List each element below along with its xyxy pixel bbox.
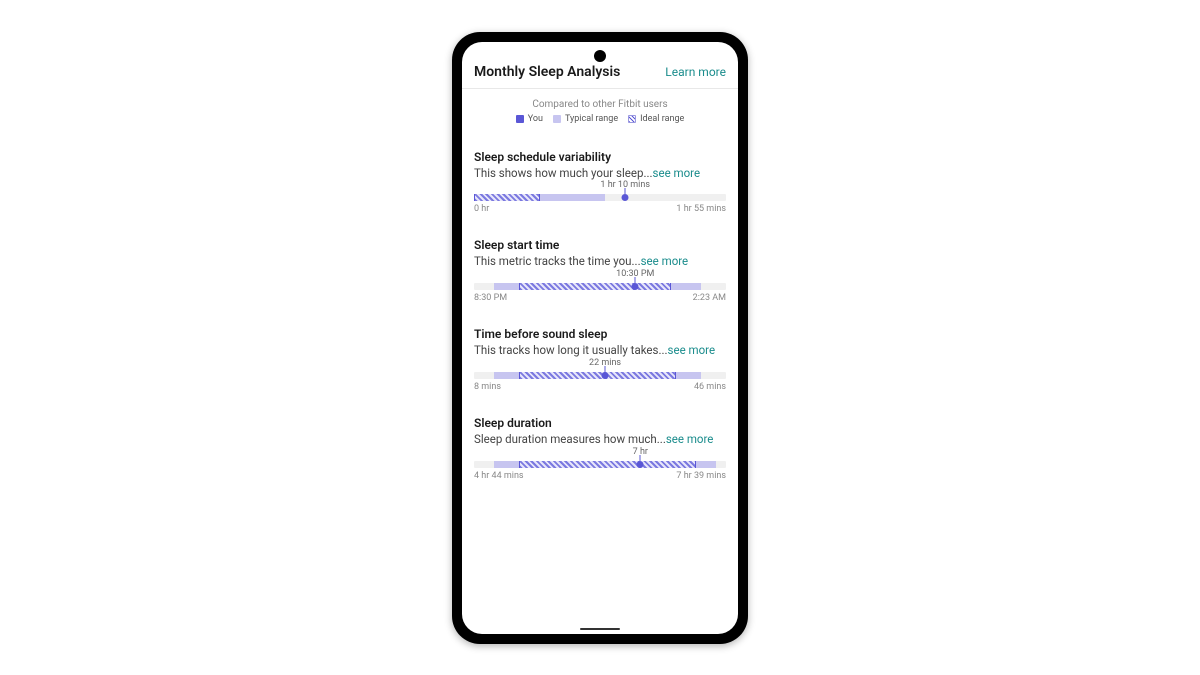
metric-desc: Sleep duration measures how much...see m… [474,432,726,447]
ideal-range [519,372,675,379]
metric-desc: This shows how much your sleep...see mor… [474,166,726,181]
learn-more-link[interactable]: Learn more [665,65,726,79]
typical-range [540,194,606,201]
bar-labels: 0 hr 1 hr 55 mins [474,204,726,214]
metric-title: Time before sound sleep [474,327,726,341]
max-label: 46 mins [694,382,726,392]
metric-chart: 1 hr 10 mins 0 hr 1 hr 55 mins [474,194,726,214]
content-area: Sleep schedule variability This shows ho… [462,132,738,488]
metric-title: Sleep schedule variability [474,150,726,164]
see-more-link[interactable]: see more [666,432,714,446]
ideal-range [519,461,695,468]
metric-desc-text: This metric tracks the time you... [474,254,641,268]
metric-desc: This tracks how long it usually takes...… [474,343,726,358]
metric-chart: 7 hr 4 hr 44 mins 7 hr 39 mins [474,461,726,481]
ideal-swatch-icon [628,115,636,123]
screen: Monthly Sleep Analysis Learn more Compar… [462,42,738,634]
range-bar [474,372,726,379]
comparison-subheader: Compared to other Fitbit users [462,89,738,114]
metric-desc-text: Sleep duration measures how much... [474,432,666,446]
ideal-range [474,194,540,201]
metric-time-before-sound-sleep: Time before sound sleep This tracks how … [474,309,726,398]
bar-labels: 8:30 PM 2:23 AM [474,293,726,303]
legend-you-label: You [528,114,543,124]
max-label: 7 hr 39 mins [676,471,726,481]
you-marker-icon [602,372,609,379]
home-indicator-icon [580,628,620,630]
min-label: 8 mins [474,382,501,392]
metric-sleep-schedule-variability: Sleep schedule variability This shows ho… [474,132,726,221]
legend-typical: Typical range [553,114,618,124]
max-label: 2:23 AM [693,293,726,303]
phone-frame: Monthly Sleep Analysis Learn more Compar… [452,32,748,644]
typical-swatch-icon [553,115,561,123]
metric-sleep-duration: Sleep duration Sleep duration measures h… [474,398,726,487]
range-bar [474,194,726,201]
you-swatch-icon [516,115,524,123]
see-more-link[interactable]: see more [668,343,716,357]
metric-desc-text: This tracks how long it usually takes... [474,343,668,357]
legend: You Typical range Ideal range [462,114,738,132]
min-label: 8:30 PM [474,293,507,303]
bar-labels: 4 hr 44 mins 7 hr 39 mins [474,471,726,481]
min-label: 0 hr [474,204,489,214]
min-label: 4 hr 44 mins [474,471,524,481]
bar-labels: 8 mins 46 mins [474,382,726,392]
page-title: Monthly Sleep Analysis [474,64,620,80]
ideal-range [519,283,670,290]
legend-ideal: Ideal range [628,114,684,124]
range-bar [474,283,726,290]
metric-title: Sleep duration [474,416,726,430]
metric-title: Sleep start time [474,238,726,252]
max-label: 1 hr 55 mins [676,204,726,214]
metric-chart: 10:30 PM 8:30 PM 2:23 AM [474,283,726,303]
header: Monthly Sleep Analysis Learn more [462,42,738,89]
legend-typical-label: Typical range [565,114,618,124]
you-marker-icon [632,283,639,290]
see-more-link[interactable]: see more [641,254,689,268]
metric-sleep-start-time: Sleep start time This metric tracks the … [474,220,726,309]
you-marker-icon [637,461,644,468]
you-marker-icon [622,194,629,201]
see-more-link[interactable]: see more [653,166,701,180]
metric-desc: This metric tracks the time you...see mo… [474,254,726,269]
metric-desc-text: This shows how much your sleep... [474,166,653,180]
metric-chart: 22 mins 8 mins 46 mins [474,372,726,392]
legend-you: You [516,114,543,124]
legend-ideal-label: Ideal range [640,114,684,124]
range-bar [474,461,726,468]
